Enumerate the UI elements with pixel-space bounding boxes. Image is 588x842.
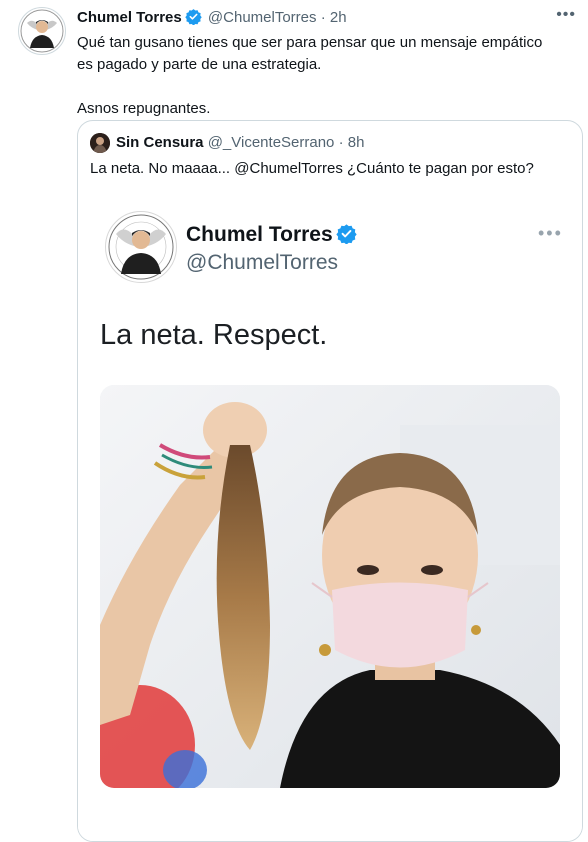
verified-badge-icon — [185, 8, 202, 31]
author-handle[interactable]: @ChumelTorres — [208, 9, 317, 26]
author-avatar[interactable] — [18, 7, 66, 55]
tweet-time[interactable]: 2h — [330, 9, 347, 26]
more-horizontal-icon[interactable]: ••• — [556, 6, 576, 24]
embedded-author-name: Chumel Torres — [186, 222, 359, 251]
tweet-header: Chumel Torres @ChumelTorres · 2h — [77, 8, 347, 31]
dot-separator: · — [320, 9, 326, 26]
dot-separator: · — [338, 134, 344, 151]
quoted-text: La neta. No maaaa... @ChumelTorres ¿Cuán… — [90, 160, 534, 177]
quoted-author-name: Sin Censura — [116, 134, 204, 151]
quoted-header: Sin Censura @_VicenteSerrano · 8h — [116, 133, 364, 153]
quoted-tweet[interactable]: Sin Censura @_VicenteSerrano · 8h La net… — [77, 120, 583, 842]
embedded-tweet-image: Chumel Torres @ChumelTorres ••• La neta.… — [78, 195, 582, 841]
author-name[interactable]: Chumel Torres — [77, 9, 182, 26]
embedded-avatar — [105, 211, 177, 283]
quoted-author-handle: @_VicenteSerrano — [207, 134, 335, 151]
embedded-tweet-text: La neta. Respect. — [100, 319, 328, 351]
tweet-text-line: Qué tan gusano tienes que ser para pensa… — [77, 34, 543, 73]
verified-badge-icon — [336, 223, 357, 251]
quoted-time: 8h — [347, 134, 365, 151]
tweet[interactable]: Chumel Torres @ChumelTorres · 2h ••• Qué… — [0, 0, 588, 842]
embedded-photo — [100, 385, 560, 788]
tweet-text: Qué tan gusano tienes que ser para pensa… — [77, 32, 557, 120]
tweet-text-line: Asnos repugnantes. — [77, 100, 211, 117]
quoted-author-avatar — [90, 133, 110, 153]
embedded-author-handle: @ChumelTorres — [186, 251, 339, 274]
more-horizontal-icon: ••• — [538, 223, 563, 243]
